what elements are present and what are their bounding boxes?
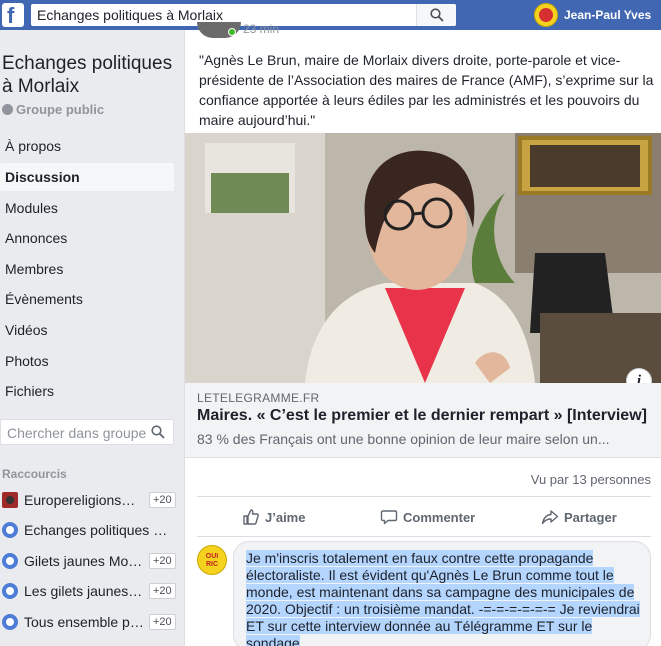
- search-value: Echanges politiques à Morlaix: [37, 7, 223, 23]
- group-search-placeholder: Chercher dans groupe: [7, 425, 147, 441]
- link-domain: LETELEGRAMME.FR: [197, 391, 320, 405]
- commenter-avatar[interactable]: OUI RIC: [197, 545, 227, 575]
- share-icon: [541, 510, 559, 525]
- comment-button[interactable]: Commenter: [380, 508, 475, 530]
- divider: [197, 536, 651, 537]
- sidebar-item-annonces[interactable]: Annonces: [0, 224, 174, 252]
- group-icon: [2, 614, 18, 630]
- shortcut-item[interactable]: Gilets jaunes Morl... +20: [2, 550, 178, 572]
- sidebar-item-modules[interactable]: Modules: [0, 194, 174, 222]
- divider: [197, 496, 651, 497]
- globe-icon: [2, 104, 13, 115]
- group-sidebar: Echanges politiques à Morlaix Groupe pub…: [0, 30, 184, 646]
- sidebar-item-fichiers[interactable]: Fichiers: [0, 377, 174, 405]
- comment-input[interactable]: Je m'inscris totalement en faux contre c…: [233, 541, 651, 646]
- portrait-photo: [185, 133, 661, 383]
- seen-by-count[interactable]: Vu par 13 personnes: [531, 472, 651, 487]
- shortcut-item[interactable]: Europereligions&la... +20: [2, 489, 178, 511]
- sidebar-item-membres[interactable]: Membres: [0, 255, 174, 283]
- group-search-input[interactable]: Chercher dans groupe: [0, 419, 174, 445]
- post-card: 23 min "Agnès Le Brun, maire de Morlaix …: [184, 22, 661, 646]
- top-bar: f Echanges politiques à Morlaix Jean-Pau…: [0, 0, 661, 30]
- comment-icon: [380, 510, 398, 525]
- link-preview-image[interactable]: [185, 133, 661, 383]
- online-indicator: [228, 28, 236, 36]
- link-preview[interactable]: LETELEGRAMME.FR Maires. « C’est le premi…: [185, 383, 661, 458]
- like-button[interactable]: J’aime: [242, 508, 305, 530]
- count-badge: +20: [149, 614, 176, 630]
- shortcuts-heading: Raccourcis: [2, 467, 67, 481]
- sidebar-item-photos[interactable]: Photos: [0, 347, 174, 375]
- group-icon: [2, 522, 18, 538]
- sidebar-item-a-propos[interactable]: À propos: [0, 132, 174, 160]
- count-badge: +20: [149, 583, 176, 599]
- profile-name: Jean-Paul Yves: [564, 8, 652, 22]
- group-privacy: Groupe public: [2, 102, 104, 117]
- count-badge: +20: [149, 492, 176, 508]
- facebook-logo[interactable]: f: [2, 3, 24, 28]
- sidebar-item-discussion[interactable]: Discussion: [0, 163, 174, 191]
- avatar: [534, 3, 558, 27]
- shortcut-item[interactable]: Tous ensemble po... +20: [2, 611, 178, 633]
- thumbs-up-icon: [243, 509, 259, 525]
- sidebar-item-evenements[interactable]: Évènements: [0, 285, 174, 313]
- shortcut-item[interactable]: Echanges politiques à ...: [2, 519, 178, 541]
- group-icon: [2, 553, 18, 569]
- search-icon: [430, 8, 444, 22]
- count-badge: +20: [149, 553, 176, 569]
- link-description: 83 % des Français ont une bonne opinion …: [197, 431, 610, 447]
- shortcut-item[interactable]: Les gilets jaunes r... +20: [2, 580, 178, 602]
- share-button[interactable]: Partager: [541, 508, 617, 530]
- group-icon: [2, 583, 18, 599]
- post-text: "Agnès Le Brun, maire de Morlaix divers …: [199, 52, 654, 128]
- comment-text[interactable]: Je m'inscris totalement en faux contre c…: [246, 550, 644, 646]
- search-icon: [151, 425, 165, 439]
- group-title[interactable]: Echanges politiques à Morlaix: [2, 52, 182, 98]
- link-title[interactable]: Maires. « C’est le premier et le dernier…: [197, 407, 647, 425]
- post-timestamp[interactable]: 23 min: [243, 22, 279, 36]
- sidebar-item-videos[interactable]: Vidéos: [0, 316, 174, 344]
- group-image-icon: [2, 492, 18, 508]
- search-button[interactable]: [416, 4, 456, 26]
